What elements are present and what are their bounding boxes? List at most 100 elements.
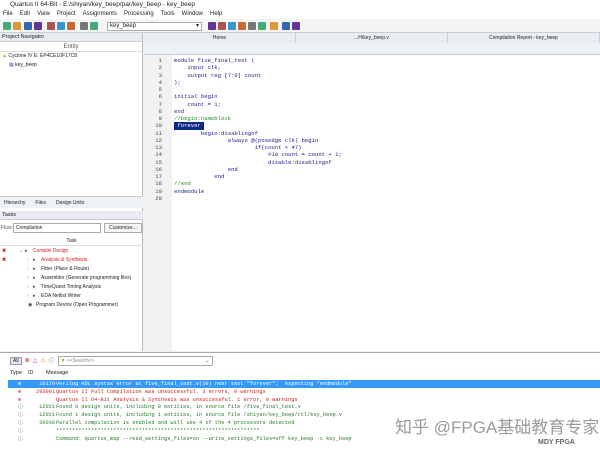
toolbar-button[interactable]	[80, 22, 88, 30]
line-number: 14	[155, 151, 162, 159]
menu-edit[interactable]: Edit	[20, 9, 30, 19]
toolbar-button[interactable]	[208, 22, 216, 30]
toolbar-button[interactable]	[57, 22, 65, 30]
message-row[interactable]: ⊗ Quartus II 64-Bit Analysis & Synthesis …	[8, 396, 600, 404]
main-toolbar	[0, 19, 600, 33]
task-row[interactable]: ✖ ⌄ ▸ Compile Design	[0, 247, 143, 256]
line-number: 7	[158, 100, 162, 108]
flow-value: Compilation	[16, 225, 43, 231]
line-number: 10	[155, 122, 162, 130]
line-number: 12	[155, 136, 162, 144]
code-line: #10 count = count + 1;	[174, 151, 342, 159]
task-row[interactable]: › ▸ Assembler (Generate programming files)	[0, 274, 143, 283]
code-line: always @(posedge clk) begin	[174, 136, 319, 144]
toolbar-button[interactable]	[34, 22, 42, 30]
critical-warning-filter-icon[interactable]: △	[33, 357, 38, 364]
line-number: 3	[158, 71, 162, 79]
message-id: 10170	[39, 381, 55, 387]
expand-icon[interactable]: ›	[27, 265, 29, 274]
toolbar-button[interactable]	[292, 22, 300, 30]
expand-icon[interactable]: ›	[27, 274, 29, 283]
device-item[interactable]: ▲ Cyclone IV E: EP4CE10F17C8	[0, 52, 142, 61]
error-icon: ✖	[2, 248, 7, 254]
toolbar-button[interactable]	[270, 22, 278, 30]
task-row[interactable]: ✖ › ▸ Analysis & Synthesis	[0, 256, 143, 265]
task-row[interactable]: ◉ Program Device (Open Programmer)	[0, 301, 143, 310]
customize-button[interactable]: Customize...	[104, 223, 142, 233]
code-line: module five_final_test (	[174, 57, 255, 64]
toolbar-button[interactable]	[228, 22, 236, 30]
message-row[interactable]: ⓘ 12021 Found 0 design units, including 0 …	[8, 403, 600, 411]
menu-project[interactable]: Project	[57, 9, 76, 19]
code-line: end	[174, 165, 238, 173]
line-number: 1	[158, 57, 162, 64]
toolbar-button[interactable]	[218, 22, 226, 30]
task-label: Analysis & Synthesis	[41, 257, 88, 263]
toolbar-button[interactable]	[238, 22, 246, 30]
toolbar-button[interactable]	[24, 22, 32, 30]
flow-select[interactable]: Compilation	[13, 223, 101, 233]
toolbar-button[interactable]	[90, 22, 98, 30]
toolbar-button[interactable]	[47, 22, 55, 30]
menu-view[interactable]: View	[37, 9, 50, 19]
project-combo-value: key_beep	[110, 23, 137, 29]
toolbar-button[interactable]	[282, 22, 290, 30]
line-number: 18	[155, 180, 162, 188]
info-icon: ⓘ	[18, 427, 24, 434]
toolbar-button[interactable]	[13, 22, 21, 30]
message-id: 12021	[39, 412, 55, 419]
toolbar-button[interactable]	[67, 22, 75, 30]
toolbar-button[interactable]	[3, 22, 11, 30]
line-number: 8	[158, 107, 162, 115]
message-row[interactable]: ⊗ 10170 Verilog HDL syntax error at five_f…	[8, 380, 600, 388]
tab-files[interactable]: Files	[35, 197, 46, 208]
editor-tab[interactable]: Compilation Report - key_beep	[448, 33, 600, 43]
toolbar-button[interactable]	[248, 22, 256, 30]
task-row[interactable]: › ▸ EDA Netlist Writer	[0, 292, 143, 301]
info-filter-icon[interactable]: ⓘ	[49, 356, 55, 365]
task-row[interactable]: › ▸ TimeQuest Timing Analysis	[0, 283, 143, 292]
warning-filter-icon[interactable]: ⚠	[40, 357, 45, 364]
line-number: 17	[155, 173, 162, 180]
message-text: Verilog HDL syntax error at five_final_t…	[56, 381, 352, 387]
code-line: );	[174, 78, 181, 86]
task-row[interactable]: › ▸ Fitter (Place & Route)	[0, 265, 143, 274]
column-id: ID	[28, 370, 34, 376]
message-search-input[interactable]: ▼ <<Search>> ⌄	[57, 355, 213, 366]
expand-icon[interactable]: ›	[27, 292, 29, 301]
toolbar-button[interactable]	[258, 22, 266, 30]
code-line: output reg [7:0] count	[174, 71, 262, 79]
play-icon: ▸	[33, 293, 36, 299]
project-navigator: Project Navigator Entity ▲ Cyclone IV E:…	[0, 33, 143, 351]
code-line: //end	[174, 180, 191, 188]
line-number: 6	[158, 93, 162, 101]
code-line: count = 1;	[174, 100, 221, 108]
menu-tools[interactable]: Tools	[161, 9, 175, 19]
tab-hierarchy[interactable]: Hierarchy	[4, 197, 25, 208]
error-icon: ✖	[2, 257, 7, 263]
top-entity-item[interactable]: ▦ key_beep	[0, 61, 142, 70]
code-line: //begin:nameblock	[174, 115, 232, 122]
message-text: ****************************************…	[56, 427, 260, 434]
message-row[interactable]: ⊗ 293001 Quartus II Full Compilation was u…	[8, 388, 600, 396]
menu-help[interactable]: Help	[210, 9, 222, 19]
editor-tab[interactable]: Home	[144, 33, 296, 43]
expand-icon[interactable]: ›	[27, 256, 29, 265]
code-area[interactable]: 1 module five_final_test (2 input clk, 3 o…	[144, 57, 600, 207]
editor-tab[interactable]: ...H/key_beep.v	[296, 33, 448, 43]
expand-icon[interactable]: ⌄	[19, 247, 23, 256]
search-placeholder: <<Search>>	[66, 357, 95, 364]
flow-label: Flow:	[1, 225, 13, 231]
editor-pane: Home ...H/key_beep.v Compilation Report - …	[144, 33, 600, 351]
error-filter-icon[interactable]: ⊗	[25, 357, 30, 364]
menu-processing[interactable]: Processing	[124, 9, 154, 19]
programmer-icon: ◉	[28, 302, 33, 308]
menu-window[interactable]: Window	[182, 9, 203, 19]
entity-icon: ▦	[9, 62, 14, 68]
project-combo[interactable]: key_beep ▾	[107, 22, 202, 31]
expand-icon[interactable]: ›	[27, 283, 29, 292]
filter-all-button[interactable]: All	[10, 356, 22, 365]
tab-design-units[interactable]: Design Units	[56, 197, 84, 208]
menu-assignments[interactable]: Assignments	[83, 9, 117, 19]
menu-file[interactable]: File	[3, 9, 13, 19]
